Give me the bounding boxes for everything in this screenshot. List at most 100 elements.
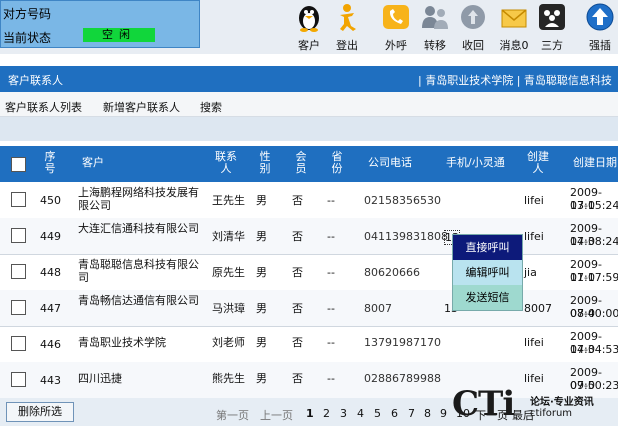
logout-button[interactable]: 登出 <box>327 0 367 54</box>
row-checkbox[interactable] <box>11 264 26 279</box>
retrieve-button[interactable]: 收回 <box>453 0 493 54</box>
header-links[interactable]: | 青岛职业技术学院 | 青岛聪聪信息科技 <box>418 72 612 88</box>
page-link[interactable]: 4 <box>357 407 364 420</box>
cell-contact: 原先生 <box>212 266 245 279</box>
menu-contact-list[interactable]: 客户联系人列表 <box>5 99 82 115</box>
cell-customer[interactable]: 上海鹏程网络科技发展有限公司 <box>78 186 202 212</box>
col-seq: 序号 <box>44 150 56 175</box>
cell-seq: 449 <box>40 230 61 243</box>
outbound-call-button[interactable]: 外呼 <box>376 0 416 54</box>
delete-selected-button[interactable]: 删除所选 <box>6 402 74 422</box>
col-mobile: 手机/小灵通 <box>446 156 505 169</box>
table-row[interactable]: 448 青岛聪聪信息科技有限公司 原先生 男 否 -- 80620666 jia… <box>0 254 618 291</box>
panel-title: 客户联系人 <box>8 74 63 87</box>
cell-seq: 443 <box>40 374 61 387</box>
cell-creator: jia <box>524 266 537 279</box>
cell-contact: 熊先生 <box>212 372 245 385</box>
table-row[interactable]: 450 上海鹏程网络科技发展有限公司 王先生 男 否 -- 0215835653… <box>0 182 618 219</box>
cell-customer[interactable]: 四川迅捷 <box>78 372 202 385</box>
page-link[interactable]: 6 <box>391 407 398 420</box>
table-header: 序号 客户 联系人 性别 会员 省份 公司电话 手机/小灵通 创建人 创建日期 <box>0 146 618 182</box>
barge-in-button[interactable]: 强插 <box>580 0 618 54</box>
cell-customer[interactable]: 青岛聪聪信息科技有限公司 <box>78 258 202 284</box>
first-page-link[interactable]: 第一页 <box>216 407 249 423</box>
cell-province: -- <box>327 194 335 207</box>
cell-gender: 男 <box>256 302 267 315</box>
row-checkbox[interactable] <box>11 192 26 207</box>
menu-search[interactable]: 搜索 <box>200 99 222 115</box>
cell-customer[interactable]: 大连汇信通科技有限公司 <box>78 222 202 235</box>
conference-icon <box>539 4 565 30</box>
col-province: 省份 <box>331 150 343 175</box>
page-link[interactable]: 5 <box>374 407 381 420</box>
top-toolbar: 对方号码 当前状态 空闲 客户 登出 外呼 转移 收回 消息0 三方 强插 <box>0 0 618 54</box>
cell-phone[interactable]: 8007 <box>364 302 392 315</box>
col-creator: 创建人 <box>527 150 549 175</box>
table-row[interactable]: 449 大连汇信通科技有限公司 刘清华 男 否 -- 041139831808 … <box>0 218 618 255</box>
table-row[interactable]: 447 青岛畅信达通信有限公司 马洪璋 男 否 -- 8007 13 8007 … <box>0 290 618 327</box>
transfer-users-icon <box>422 6 448 29</box>
menu-add-contact[interactable]: 新增客户联系人 <box>103 99 180 115</box>
cell-member: 否 <box>292 230 303 243</box>
spacer-band <box>0 117 618 141</box>
conference-button[interactable]: 三方 <box>532 0 572 54</box>
state-label: 当前状态 <box>3 31 52 45</box>
penguin-icon <box>299 6 319 32</box>
menu-edit-call[interactable]: 编辑呼叫 <box>453 260 522 285</box>
page-link[interactable]: 3 <box>340 407 347 420</box>
cell-gender: 男 <box>256 230 267 243</box>
page-link[interactable]: 8 <box>424 407 431 420</box>
cell-phone[interactable]: 02886789988 <box>364 372 441 385</box>
panel-header: 客户联系人 | 青岛职业技术学院 | 青岛聪聪信息科技 <box>0 66 618 92</box>
cell-time: 08:40:00 <box>570 307 618 320</box>
logout-person-icon <box>340 4 356 31</box>
up-arrow-icon <box>586 3 614 31</box>
cell-gender: 男 <box>256 194 267 207</box>
cell-time: 13:15:24 <box>570 199 618 212</box>
cell-phone[interactable]: 80620666 <box>364 266 420 279</box>
cell-member: 否 <box>292 302 303 315</box>
cell-phone[interactable]: 041139831808 <box>364 230 448 243</box>
cell-seq: 448 <box>40 266 61 279</box>
row-checkbox[interactable] <box>11 300 26 315</box>
table-row[interactable]: 443 四川迅捷 熊先生 男 否 -- 02886789988 lifei 20… <box>0 362 618 399</box>
menu-direct-call[interactable]: 直接呼叫 <box>453 235 522 260</box>
page-link[interactable]: 9 <box>440 407 447 420</box>
phone-dial-icon <box>383 5 409 29</box>
cell-province: -- <box>327 302 335 315</box>
table-row[interactable]: 446 青岛职业技术学院 刘老师 男 否 -- 13791987170 life… <box>0 326 618 363</box>
prev-page-link[interactable]: 上一页 <box>260 407 293 423</box>
row-checkbox[interactable] <box>11 372 26 387</box>
cell-phone[interactable]: 13791987170 <box>364 336 441 349</box>
cell-customer[interactable]: 青岛畅信达通信有限公司 <box>78 294 202 307</box>
cell-seq: 450 <box>40 194 61 207</box>
sub-menu: 客户联系人列表 新增客户联系人 搜索 <box>0 92 618 117</box>
cell-time: 14:38:24 <box>570 235 618 248</box>
page-link[interactable]: 2 <box>323 407 330 420</box>
watermark-text: 论坛·专业资讯 <box>530 397 594 408</box>
watermark-logo: CTi <box>452 384 515 424</box>
select-all-checkbox[interactable] <box>11 157 26 172</box>
cell-customer[interactable]: 青岛职业技术学院 <box>78 336 202 349</box>
cell-creator: lifei <box>524 336 544 349</box>
page-link[interactable]: 7 <box>408 407 415 420</box>
context-menu: 直接呼叫 编辑呼叫 发送短信 <box>452 234 523 311</box>
page-link[interactable]: 1 <box>306 407 314 420</box>
row-checkbox[interactable] <box>11 228 26 243</box>
watermark-url: ctiforum <box>530 408 573 419</box>
cell-creator: 8007 <box>524 302 552 315</box>
cell-province: -- <box>327 372 335 385</box>
toolbar-label: 三方 <box>541 39 563 52</box>
cell-creator: lifei <box>524 194 544 207</box>
call-status-panel: 对方号码 当前状态 空闲 <box>0 0 200 48</box>
cell-time: 14:34:53 <box>570 343 618 356</box>
col-phone: 公司电话 <box>368 156 412 169</box>
menu-send-sms[interactable]: 发送短信 <box>453 285 522 310</box>
cell-member: 否 <box>292 194 303 207</box>
toolbar-label: 强插 <box>589 39 611 52</box>
col-created: 创建日期 <box>573 156 617 169</box>
cell-creator: lifei <box>524 372 544 385</box>
cell-phone[interactable]: 02158356530 <box>364 194 441 207</box>
col-contact: 联系人 <box>215 150 237 175</box>
row-checkbox[interactable] <box>11 336 26 351</box>
